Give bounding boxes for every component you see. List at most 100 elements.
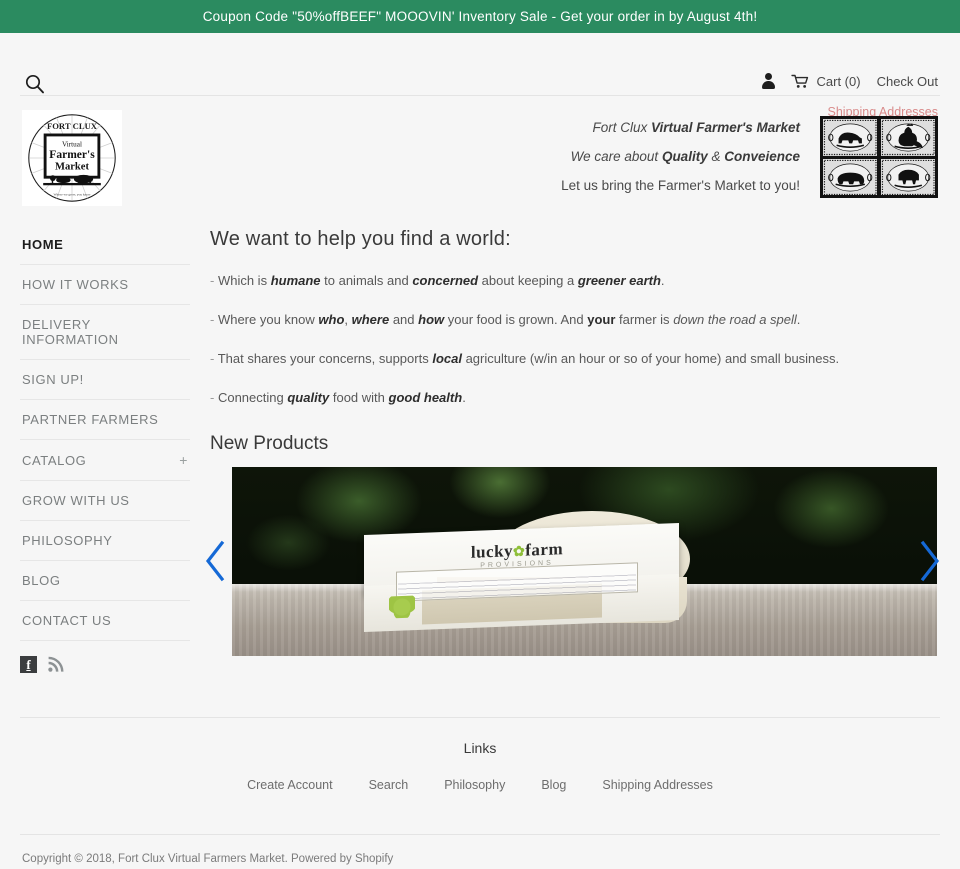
bullet-text-segment: Where you know (217, 311, 319, 327)
bullet-text-segment: where (351, 311, 390, 327)
sidebar-navigation: HOME HOW IT WORKS DELIVERY INFORMATION SIGN… (20, 225, 208, 673)
checkout-link[interactable]: Check Out (877, 74, 938, 89)
bullet-text-segment: your food is grown. And (444, 311, 588, 327)
value-proposition-item: - Connecting quality food with good heal… (210, 390, 940, 407)
announcement-text: Coupon Code "50%offBEEF" MOOOVIN' Invent… (202, 9, 758, 24)
new-products-carousel: lucky✿farm PROVISIONS (205, 466, 940, 657)
bullet-text-segment: farmer is (615, 311, 674, 327)
chevron-left-icon (205, 540, 225, 581)
page-body: HOME HOW IT WORKS DELIVERY INFORMATION SIGN… (0, 225, 960, 673)
cart-icon (790, 74, 808, 88)
svg-text:Farmer's: Farmer's (49, 149, 95, 161)
bullet-text-segment: greener earth (577, 273, 661, 288)
footer-link-list: Create Account Search Philosophy Blog Shippi… (0, 778, 960, 792)
svg-text:Market: Market (55, 162, 89, 173)
bullet-text-segment: about keeping a (478, 273, 578, 288)
bullet-dash: - (210, 350, 218, 366)
sidebar-item-label: BLOG (22, 573, 61, 588)
new-products-heading: New Products (210, 432, 329, 454)
bullet-text-segment: agriculture (w/in an hour or so of your … (461, 350, 840, 366)
bullet-text-segment: quality (287, 389, 330, 405)
sidebar-item-label: PARTNER FARMERS (22, 412, 159, 427)
chevron-right-icon (920, 540, 940, 581)
cart-link[interactable]: Cart (0) (790, 74, 861, 89)
bullet-text-segment: Connecting (217, 389, 288, 405)
bullet-dash: - (210, 389, 218, 405)
footer-link-blog[interactable]: Blog (541, 778, 566, 792)
site-logo[interactable]: FORT CLUX Virtual Farmer's Market Where … (22, 110, 122, 206)
tagline-line-1-bold: Virtual Farmer's Market (650, 120, 800, 135)
pig-stamp-icon (823, 158, 878, 196)
rss-icon[interactable] (47, 656, 64, 673)
animal-stamps-image (820, 116, 938, 198)
account-icon[interactable] (761, 73, 775, 90)
sidebar-item-grow-with-us[interactable]: GROW WITH US (20, 481, 190, 521)
sidebar-item-label: CATALOG (22, 452, 87, 468)
clover-badge-icon (389, 595, 415, 619)
sidebar-item-label: DELIVERY INFORMATION (22, 317, 119, 347)
sidebar-item-blog[interactable]: BLOG (20, 561, 190, 601)
bullet-dash: - (210, 273, 218, 288)
brand-word-right: farm (525, 538, 564, 560)
brand-word-left: lucky (470, 540, 514, 562)
tagline-lines: Fort Clux Virtual Farmer's Market We car… (561, 116, 800, 193)
sidebar-item-list: HOME HOW IT WORKS DELIVERY INFORMATION SIGN… (20, 225, 190, 641)
search-glyph (25, 74, 44, 94)
bullet-text-segment: down the road a spell (673, 311, 797, 327)
sidebar-item-label: CONTACT US (22, 613, 112, 628)
bullet-text-segment: and (389, 311, 419, 327)
footer-link-search[interactable]: Search (369, 778, 409, 792)
sidebar-item-label: SIGN UP! (22, 372, 84, 387)
footer-links-heading: Links (463, 740, 497, 756)
bullet-text-segment: how (418, 311, 445, 327)
value-proposition-item: - Which is humane to animals and concern… (210, 273, 940, 290)
sidebar-item-philosophy[interactable]: PHILOSOPHY (20, 521, 190, 561)
carousel-next-arrow[interactable] (917, 539, 943, 583)
tagline-line-2: We care about Quality & Conveience (561, 149, 800, 164)
tagline-line-1: Fort Clux Virtual Farmer's Market (561, 120, 800, 135)
product-photo: lucky✿farm PROVISIONS (232, 466, 937, 656)
sidebar-item-how-it-works[interactable]: HOW IT WORKS (20, 265, 190, 305)
bullet-text-segment: concerned (412, 273, 479, 288)
footer-link-create-account[interactable]: Create Account (247, 778, 332, 792)
expand-plus-icon[interactable]: + (179, 452, 188, 468)
facebook-icon[interactable]: f (20, 656, 37, 673)
masthead-tagline: Fort Clux Virtual Farmer's Market We car… (561, 116, 938, 198)
bullet-text-segment: . (796, 311, 801, 327)
social-links: f (20, 641, 190, 673)
tagline-line-3: Let us bring the Farmer's Market to you! (561, 178, 800, 193)
value-proposition-list: - Which is humane to animals and concern… (210, 273, 940, 407)
sidebar-item-catalog[interactable]: CATALOG + (20, 440, 190, 481)
footer-link-philosophy[interactable]: Philosophy (444, 778, 505, 792)
svg-text:FORT CLUX: FORT CLUX (47, 121, 98, 131)
carousel-prev-arrow[interactable] (202, 539, 228, 583)
carousel-slide[interactable]: lucky✿farm PROVISIONS (232, 466, 937, 656)
search-icon[interactable] (24, 73, 46, 95)
cart-label: Cart (0) (816, 74, 861, 89)
tagline-line-1-plain: Fort Clux (592, 120, 651, 135)
bullet-text-segment: That shares your concerns, supports (217, 350, 433, 366)
sidebar-item-home[interactable]: HOME (20, 225, 190, 265)
utility-links: Cart (0) Check Out (761, 73, 938, 90)
page-headline: We want to help you find a world: (210, 228, 511, 250)
sidebar-item-contact-us[interactable]: CONTACT US (20, 601, 190, 641)
sidebar-item-delivery-information[interactable]: DELIVERY INFORMATION (20, 305, 190, 360)
bullet-text-segment: good health (388, 389, 463, 405)
bullet-text-segment: . (660, 273, 665, 288)
sidebar-item-partner-farmers[interactable]: PARTNER FARMERS (20, 400, 190, 440)
cow-stamp-icon (823, 119, 878, 156)
sidebar-item-label: HOME (22, 237, 64, 252)
rooster-stamp-icon (880, 119, 935, 156)
tagline-line-2-amp: & (707, 149, 725, 164)
copyright-text: Copyright © 2018, Fort Clux Virtual Farm… (22, 853, 394, 865)
sheep-stamp-icon (880, 158, 935, 196)
tagline-line-2-plain: We care about (570, 149, 662, 164)
bullet-text-segment: to animals and (320, 273, 413, 288)
footer-link-shipping-addresses[interactable]: Shipping Addresses (602, 778, 713, 792)
svg-text:Virtual: Virtual (62, 140, 82, 148)
site-footer: Links Create Account Search Philosophy Blog… (0, 718, 960, 792)
farmers-market-logo-icon: FORT CLUX Virtual Farmer's Market Where … (28, 114, 116, 202)
value-proposition-item: - That shares your concerns, supports lo… (210, 351, 940, 368)
bullet-text-segment: humane (270, 273, 321, 288)
sidebar-item-sign-up[interactable]: SIGN UP! (20, 360, 190, 400)
